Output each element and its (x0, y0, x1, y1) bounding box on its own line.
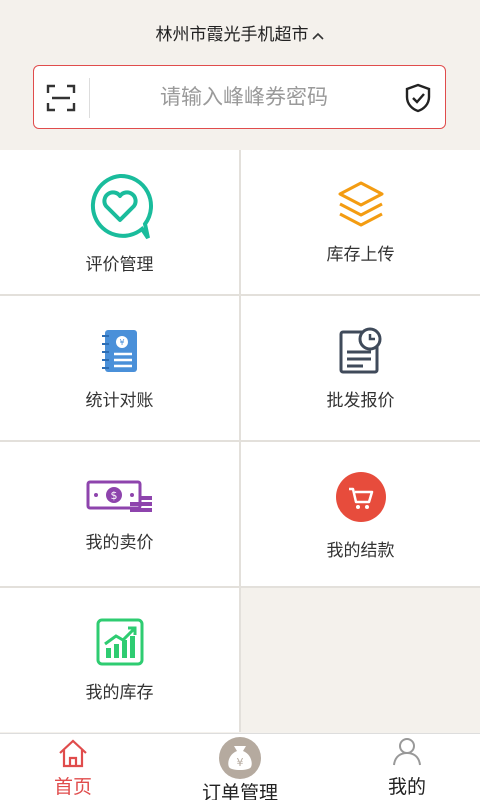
search-box (33, 65, 446, 129)
scan-icon[interactable] (46, 84, 76, 112)
svg-text:$: $ (110, 489, 117, 502)
svg-text:¥: ¥ (237, 756, 244, 769)
menu-label: 批发报价 (326, 391, 395, 410)
menu-item-reviews[interactable]: 评价管理 (0, 150, 239, 294)
tab-home[interactable]: 首页 (0, 734, 146, 800)
menu-label: 评价管理 (85, 255, 154, 274)
home-icon (59, 739, 87, 768)
menu-label: 我的结款 (326, 541, 395, 560)
divider (89, 78, 90, 118)
document-clock-icon (339, 327, 381, 374)
tab-label: 我的 (387, 777, 426, 798)
chart-up-icon (96, 618, 143, 666)
cart-icon (335, 472, 386, 522)
layers-icon (338, 181, 383, 227)
store-name: 林州市霞光手机超市 (155, 25, 309, 44)
shield-check-icon[interactable] (403, 83, 433, 113)
menu-item-my-stock[interactable]: 我的库存 (0, 588, 239, 732)
menu-item-my-settlement[interactable]: 我的结款 (241, 442, 480, 586)
heart-chat-icon (90, 173, 153, 240)
money-bag-icon: ¥ (219, 737, 261, 779)
ledger-book-icon: ¥ (101, 330, 137, 372)
svg-text:¥: ¥ (119, 338, 124, 347)
menu-label: 统计对账 (85, 391, 154, 410)
menu-item-wholesale-quote[interactable]: 批发报价 (241, 296, 480, 440)
tab-label: 首页 (53, 777, 92, 798)
divider (239, 150, 241, 732)
tab-mine[interactable]: 我的 (334, 734, 480, 800)
menu-label: 我的卖价 (85, 533, 154, 552)
store-selector[interactable]: 林州市霞光手机超市 (0, 20, 480, 45)
menu-item-my-price[interactable]: $ 我的卖价 (0, 442, 239, 586)
cash-icon: $ (86, 480, 152, 512)
header: 林州市霞光手机超市 (0, 0, 480, 150)
menu-grid: 评价管理 库存上传 ¥ 统计对账 批发报价 $ 我的卖价 我的结款 我的库存 (0, 150, 480, 732)
coupon-code-input[interactable] (94, 76, 394, 120)
chevron-up-icon (311, 32, 324, 40)
user-icon (393, 738, 421, 766)
menu-item-statistics[interactable]: ¥ 统计对账 (0, 296, 239, 440)
tab-label: 订单管理 (201, 783, 278, 800)
menu-label: 库存上传 (326, 245, 395, 264)
tab-bar: 首页 ¥ 订单管理 我的 (0, 733, 480, 800)
menu-label: 我的库存 (85, 683, 154, 702)
menu-item-stock-upload[interactable]: 库存上传 (241, 150, 480, 294)
tab-orders[interactable]: ¥ 订单管理 (170, 734, 310, 800)
